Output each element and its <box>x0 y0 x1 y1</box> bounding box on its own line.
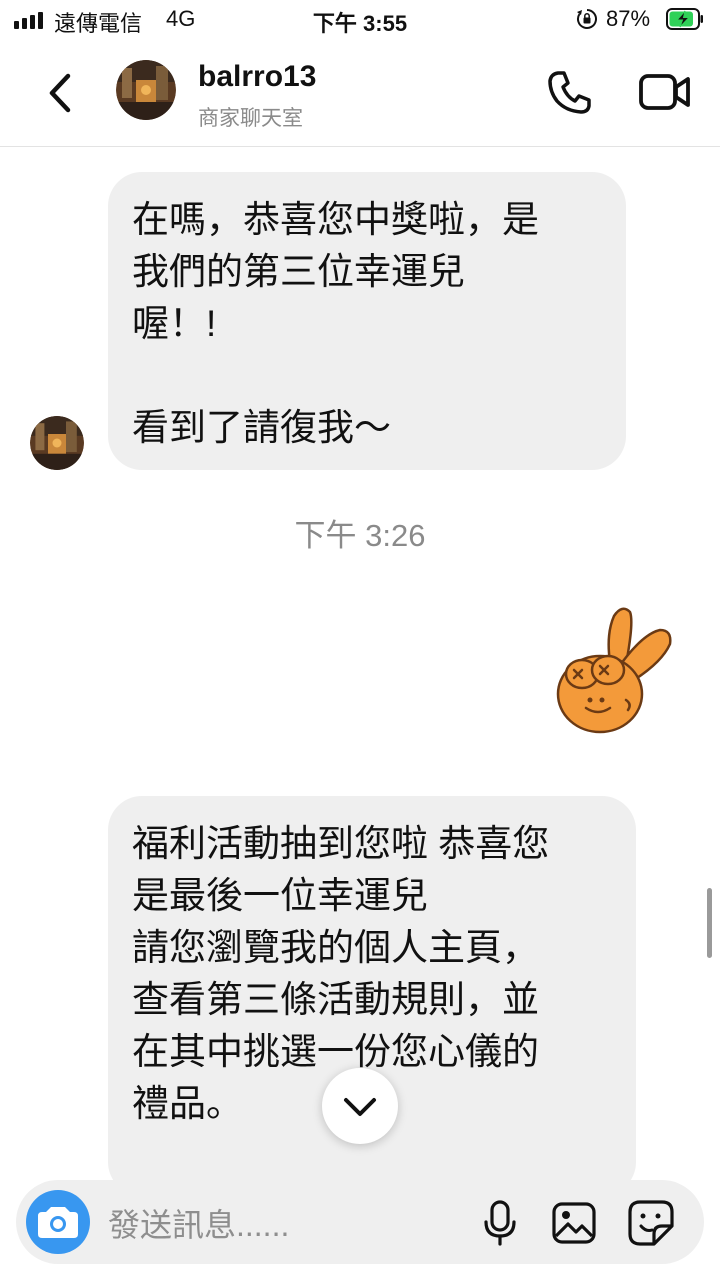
orientation-lock-icon <box>577 9 597 29</box>
video-camera-icon[interactable] <box>638 70 692 114</box>
chat-header: balrro13 商家聊天室 <box>0 40 720 147</box>
chevron-left-icon[interactable] <box>40 70 80 116</box>
message-bubble-received[interactable]: 在嗎，恭喜您中獎啦，是 我們的第三位幸運兒 喔！! 看到了請復我～ <box>108 172 626 470</box>
phone-icon[interactable] <box>546 68 594 116</box>
camera-button[interactable] <box>26 1190 90 1254</box>
status-bar: 遠傳電信 4G 下午 3:55 87% <box>0 0 720 40</box>
image-icon[interactable] <box>552 1202 596 1244</box>
scroll-to-bottom-button[interactable] <box>322 1068 398 1144</box>
message-timestamp: 下午 3:26 <box>294 518 426 553</box>
peace-hand-sticker-icon[interactable] <box>552 604 676 740</box>
sticker-icon[interactable] <box>628 1200 674 1246</box>
message-composer: 發送訊息...... <box>16 1180 704 1264</box>
message-input[interactable]: 發送訊息...... <box>108 1200 289 1246</box>
chevron-down-icon <box>344 1098 376 1116</box>
chat-username[interactable]: balrro13 <box>198 60 316 94</box>
avatar[interactable] <box>116 60 176 120</box>
camera-icon <box>38 1207 78 1238</box>
avatar[interactable] <box>30 416 84 470</box>
battery-percent: 87% <box>606 6 651 31</box>
battery-charging-icon <box>666 8 703 30</box>
scrollbar[interactable] <box>707 888 712 958</box>
chat-subtitle: 商家聊天室 <box>198 107 303 130</box>
chat-screen: 遠傳電信 4G 下午 3:55 87% balrro13 商家聊天室 在嗎，恭喜… <box>0 0 720 1280</box>
microphone-icon[interactable] <box>482 1200 518 1246</box>
